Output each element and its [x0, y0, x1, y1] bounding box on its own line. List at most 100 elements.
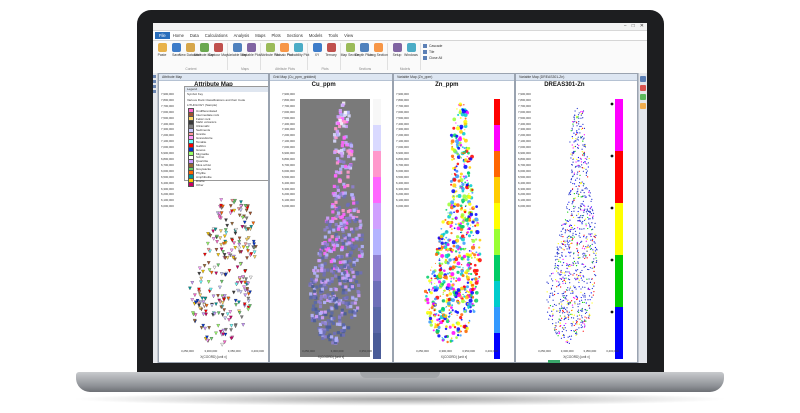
- data-point: [588, 218, 590, 220]
- grid-map-pane[interactable]: Grid Map (Cu_ppm_gridded) Cu_ppm 7,900,0…: [269, 73, 393, 363]
- data-point: [583, 266, 585, 268]
- setup-button[interactable]: Setup: [390, 43, 404, 70]
- help-tab-icon[interactable]: [640, 94, 646, 100]
- tab-tools[interactable]: Tools: [325, 33, 341, 38]
- dreas-variable-map-pane[interactable]: Variable Map (DREAS301-Zn) DREAS301-Zn 7…: [515, 73, 638, 363]
- long-section-button[interactable]: Long Section: [368, 43, 388, 70]
- legend-swatch: [615, 255, 623, 307]
- data-point: [451, 173, 453, 175]
- data-point: [568, 244, 570, 246]
- zoom-tool-icon[interactable]: [153, 80, 156, 83]
- tab-plots[interactable]: Plots: [268, 33, 283, 38]
- grid-cell: [352, 201, 356, 205]
- data-point: [584, 157, 586, 160]
- tab-file[interactable]: File: [155, 32, 170, 39]
- data-point: [593, 241, 595, 243]
- properties-tab-icon[interactable]: [640, 76, 646, 82]
- tab-data[interactable]: Data: [187, 33, 202, 38]
- data-point: [556, 267, 559, 269]
- ribbon-group-label: Plots: [321, 67, 329, 71]
- data-point: [587, 216, 589, 219]
- close-all-button[interactable]: Close All: [423, 55, 442, 61]
- data-point: [467, 186, 470, 189]
- tab-analysis[interactable]: Analysis: [231, 33, 253, 38]
- zn-variable-map-pane[interactable]: Variable Map (Zn_ppm) Zn_ppm 7,900,000 7,…: [393, 73, 515, 363]
- draw-tool-icon[interactable]: [153, 90, 156, 93]
- data-point: [586, 236, 588, 238]
- grid-cell: [323, 335, 327, 339]
- data-point: [574, 179, 577, 181]
- data-point: [588, 190, 590, 192]
- paste-button[interactable]: Paste: [155, 43, 169, 70]
- ribbon-tabs: File Home Data Calculations Analysis Maps Plot…: [153, 31, 647, 41]
- minimize-button[interactable]: −: [624, 24, 627, 29]
- sample-marker: [241, 323, 245, 327]
- probability-plot-button[interactable]: Probability Plot: [287, 43, 309, 70]
- data-point: [461, 234, 465, 238]
- legend-entry[interactable]: Other: [185, 182, 268, 188]
- tab-sections[interactable]: Sections: [284, 33, 306, 38]
- data-point: [588, 313, 590, 315]
- sample-marker: [229, 248, 234, 253]
- pane-title-bar[interactable]: Attribute Map: [159, 74, 268, 81]
- grid-cell: [343, 312, 347, 316]
- data-point: [453, 278, 455, 280]
- tab-home[interactable]: Home: [170, 33, 187, 38]
- dreas-map-plot[interactable]: [516, 81, 638, 363]
- tab-models[interactable]: Models: [306, 33, 326, 38]
- attribute-map-pane[interactable]: Attribute Map Attribute Map 7,900,000 7,8…: [158, 73, 269, 363]
- data-point: [593, 267, 595, 269]
- info-tab-icon[interactable]: [640, 103, 646, 109]
- ternary-button[interactable]: Ternary: [324, 43, 338, 70]
- data-point: [445, 208, 448, 211]
- data-point: [475, 251, 478, 254]
- x-axis-ticks: 3,250,000 3,300,000 3,350,000 3,400,000: [538, 349, 619, 353]
- sample-marker: [237, 300, 241, 305]
- variable-plot-button[interactable]: Variable Plot: [242, 43, 261, 70]
- data-point: [570, 329, 572, 332]
- data-point: [552, 309, 554, 311]
- data-point: [460, 318, 463, 321]
- tab-calculations[interactable]: Calculations: [202, 33, 231, 38]
- data-point: [552, 313, 554, 315]
- pane-title-bar[interactable]: Variable Map (DREAS301-Zn): [516, 74, 637, 81]
- pane-title-bar[interactable]: Grid Map (Cu_ppm_gridded): [270, 74, 392, 81]
- legend-panel[interactable]: Legend Symbol Key Various Rock Classific…: [184, 86, 268, 188]
- data-point: [586, 163, 588, 165]
- contour-map-button[interactable]: Contour Map: [208, 43, 228, 70]
- zn-map-plot[interactable]: [394, 81, 515, 363]
- maximize-button[interactable]: □: [632, 24, 635, 29]
- layers-tab-icon[interactable]: [640, 85, 646, 91]
- tab-maps[interactable]: Maps: [252, 33, 268, 38]
- x-tick-label: 3,250,000: [416, 349, 429, 353]
- data-point: [463, 138, 468, 143]
- windows-button[interactable]: Windows: [404, 43, 418, 70]
- data-point: [579, 174, 581, 176]
- pan-tool-icon[interactable]: [153, 85, 156, 88]
- close-button[interactable]: ✕: [640, 24, 644, 29]
- data-point: [590, 212, 593, 215]
- data-point: [461, 109, 466, 114]
- data-point: [576, 322, 578, 324]
- data-point: [426, 301, 430, 305]
- data-point: [576, 131, 578, 133]
- data-point: [468, 253, 472, 257]
- data-point: [568, 342, 570, 344]
- data-point: [554, 329, 556, 331]
- data-point: [572, 232, 574, 234]
- xy-button[interactable]: XY: [310, 43, 324, 70]
- x-tick-label: 3,400,000: [606, 349, 619, 353]
- data-point: [585, 187, 587, 189]
- data-point: [430, 279, 433, 281]
- data-point: [559, 234, 561, 236]
- data-point: [474, 290, 479, 295]
- data-point: [593, 282, 596, 284]
- sample-marker: [206, 241, 210, 246]
- tab-view[interactable]: View: [341, 33, 356, 38]
- data-point: [566, 339, 568, 342]
- data-point: [571, 136, 573, 138]
- pane-title-bar[interactable]: Variable Map (Zn_ppm): [394, 74, 514, 81]
- grid-map-plot[interactable]: [270, 81, 393, 363]
- select-tool-icon[interactable]: [153, 75, 156, 78]
- data-point: [428, 279, 432, 283]
